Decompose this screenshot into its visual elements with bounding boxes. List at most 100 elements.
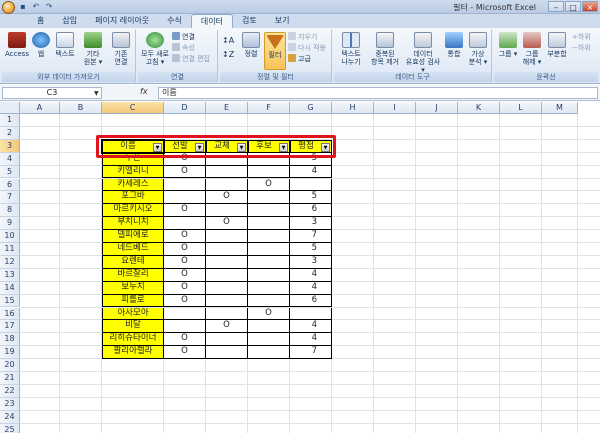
table-cell-reserve[interactable]: [248, 268, 290, 282]
table-cell-reserve[interactable]: [248, 191, 290, 205]
table-cell-reserve[interactable]: [248, 255, 290, 269]
table-cell-rating[interactable]: 3: [290, 255, 332, 269]
worksheet-grid[interactable]: A B C D E F G H I J K L M 1 2 3 4 5 6 7 8 9 10 11 12 13 14 15 16 17 18…: [0, 102, 600, 433]
table-cell-reserve[interactable]: [248, 204, 290, 218]
table-cell-starter[interactable]: [164, 307, 206, 321]
table-cell-name[interactable]: 리히슈타이너: [102, 333, 164, 347]
table-cell-name[interactable]: 델피에로: [102, 230, 164, 243]
edit-links-button[interactable]: 연결 편집: [172, 54, 210, 64]
column-header[interactable]: M: [542, 102, 578, 114]
table-cell-name[interactable]: 요렌테: [102, 255, 164, 269]
table-cell-rating[interactable]: 6: [290, 204, 332, 218]
table-cell-name[interactable]: 부치니치: [102, 217, 164, 231]
column-header[interactable]: D: [164, 102, 206, 114]
row-header[interactable]: 21: [0, 372, 20, 385]
reapply-button[interactable]: 다시 적용: [288, 43, 326, 53]
table-cell-name[interactable]: 마르키시오: [102, 204, 164, 218]
tab-home[interactable]: 홈: [28, 14, 53, 28]
table-cell-reserve[interactable]: [248, 230, 290, 243]
remove-duplicates-button[interactable]: 중복된 항목 제거: [368, 32, 402, 66]
undo-icon[interactable]: ↶: [31, 2, 41, 12]
column-header[interactable]: K: [458, 102, 500, 114]
advanced-filter-button[interactable]: 고급: [288, 54, 311, 64]
table-cell-starter[interactable]: O: [164, 204, 206, 218]
row-header[interactable]: 5: [0, 165, 20, 179]
table-cell-substitute[interactable]: [206, 255, 248, 269]
ungroup-button[interactable]: 그룹 해제 ▾: [520, 32, 544, 66]
table-cell-name[interactable]: 네드베드: [102, 243, 164, 256]
table-cell-reserve[interactable]: [248, 294, 290, 308]
row-header[interactable]: 2: [0, 126, 20, 140]
name-box[interactable]: C3: [2, 87, 102, 99]
table-cell-starter[interactable]: [164, 178, 206, 192]
table-cell-substitute[interactable]: [206, 230, 248, 243]
row-header[interactable]: 20: [0, 359, 20, 372]
table-cell-reserve[interactable]: [248, 281, 290, 295]
maximize-icon[interactable]: □: [565, 1, 581, 12]
table-cell-substitute[interactable]: [206, 243, 248, 256]
data-validation-button[interactable]: 데이터 유효성 검사 ▾: [404, 32, 442, 74]
table-cell-starter[interactable]: O: [164, 281, 206, 295]
table-cell-substitute[interactable]: [206, 281, 248, 295]
existing-connections-button[interactable]: 기존 연결: [108, 32, 134, 66]
column-header[interactable]: C: [102, 102, 164, 114]
sort-za-icon[interactable]: ↕Z: [222, 50, 234, 60]
close-icon[interactable]: ×: [582, 1, 598, 12]
table-cell-starter[interactable]: O: [164, 255, 206, 269]
row-header[interactable]: 15: [0, 294, 20, 308]
text-to-columns-button[interactable]: 텍스트 나누기: [336, 32, 366, 66]
table-cell-substitute[interactable]: O: [206, 217, 248, 231]
chevron-down-icon[interactable]: ▼: [94, 90, 99, 97]
table-cell-starter[interactable]: O: [164, 268, 206, 282]
table-cell-starter[interactable]: [164, 217, 206, 231]
table-cell-substitute[interactable]: [206, 307, 248, 321]
row-header[interactable]: 6: [0, 178, 20, 192]
column-header[interactable]: J: [416, 102, 458, 114]
row-header[interactable]: 12: [0, 255, 20, 269]
sort-az-icon[interactable]: ↕A: [222, 36, 234, 46]
table-cell-substitute[interactable]: [206, 178, 248, 192]
subtotal-button[interactable]: 부분합: [544, 32, 570, 58]
table-cell-rating[interactable]: 3: [290, 217, 332, 231]
table-cell-starter[interactable]: [164, 191, 206, 205]
table-cell-starter[interactable]: O: [164, 230, 206, 243]
column-header[interactable]: L: [500, 102, 542, 114]
consolidate-button[interactable]: 통합: [442, 32, 466, 58]
tab-insert[interactable]: 삽입: [53, 14, 86, 28]
table-cell-starter[interactable]: O: [164, 346, 206, 360]
web-button[interactable]: 웹: [30, 32, 52, 58]
properties-button[interactable]: 속성: [172, 43, 195, 53]
sort-button[interactable]: 정렬: [240, 32, 262, 58]
row-header[interactable]: 8: [0, 204, 20, 218]
column-header[interactable]: E: [206, 102, 248, 114]
row-header[interactable]: 3: [0, 139, 20, 153]
table-cell-rating[interactable]: 4: [290, 333, 332, 347]
table-cell-name[interactable]: 포그바: [102, 191, 164, 205]
filter-button[interactable]: 필터: [264, 32, 286, 70]
refresh-all-button[interactable]: 모두 새로 고침 ▾: [140, 32, 170, 66]
table-cell-rating[interactable]: 5: [290, 243, 332, 256]
table-cell-rating[interactable]: 7: [290, 346, 332, 360]
group-button[interactable]: 그룹 ▾: [496, 32, 520, 58]
table-cell-name[interactable]: 카세레스: [102, 178, 164, 192]
table-cell-reserve[interactable]: [248, 165, 290, 179]
table-cell-substitute[interactable]: [206, 268, 248, 282]
tab-review[interactable]: 검토: [233, 14, 266, 28]
table-cell-name[interactable]: 피를로: [102, 294, 164, 308]
table-cell-substitute[interactable]: O: [206, 320, 248, 334]
column-header[interactable]: H: [332, 102, 374, 114]
row-header[interactable]: 1: [0, 114, 20, 127]
table-cell-rating[interactable]: [290, 307, 332, 321]
table-cell-reserve[interactable]: [248, 346, 290, 360]
connections-button[interactable]: 연결: [172, 32, 195, 42]
tab-data[interactable]: 데이터: [190, 14, 233, 28]
what-if-button[interactable]: 가상 분석 ▾: [466, 32, 490, 66]
table-cell-substitute[interactable]: [206, 204, 248, 218]
table-cell-reserve[interactable]: [248, 333, 290, 347]
table-cell-starter[interactable]: [164, 320, 206, 334]
tab-view[interactable]: 보기: [266, 14, 299, 28]
column-header[interactable]: G: [290, 102, 332, 114]
row-header[interactable]: 22: [0, 384, 20, 398]
table-cell-name[interactable]: 보누치: [102, 281, 164, 295]
table-cell-starter[interactable]: O: [164, 294, 206, 308]
